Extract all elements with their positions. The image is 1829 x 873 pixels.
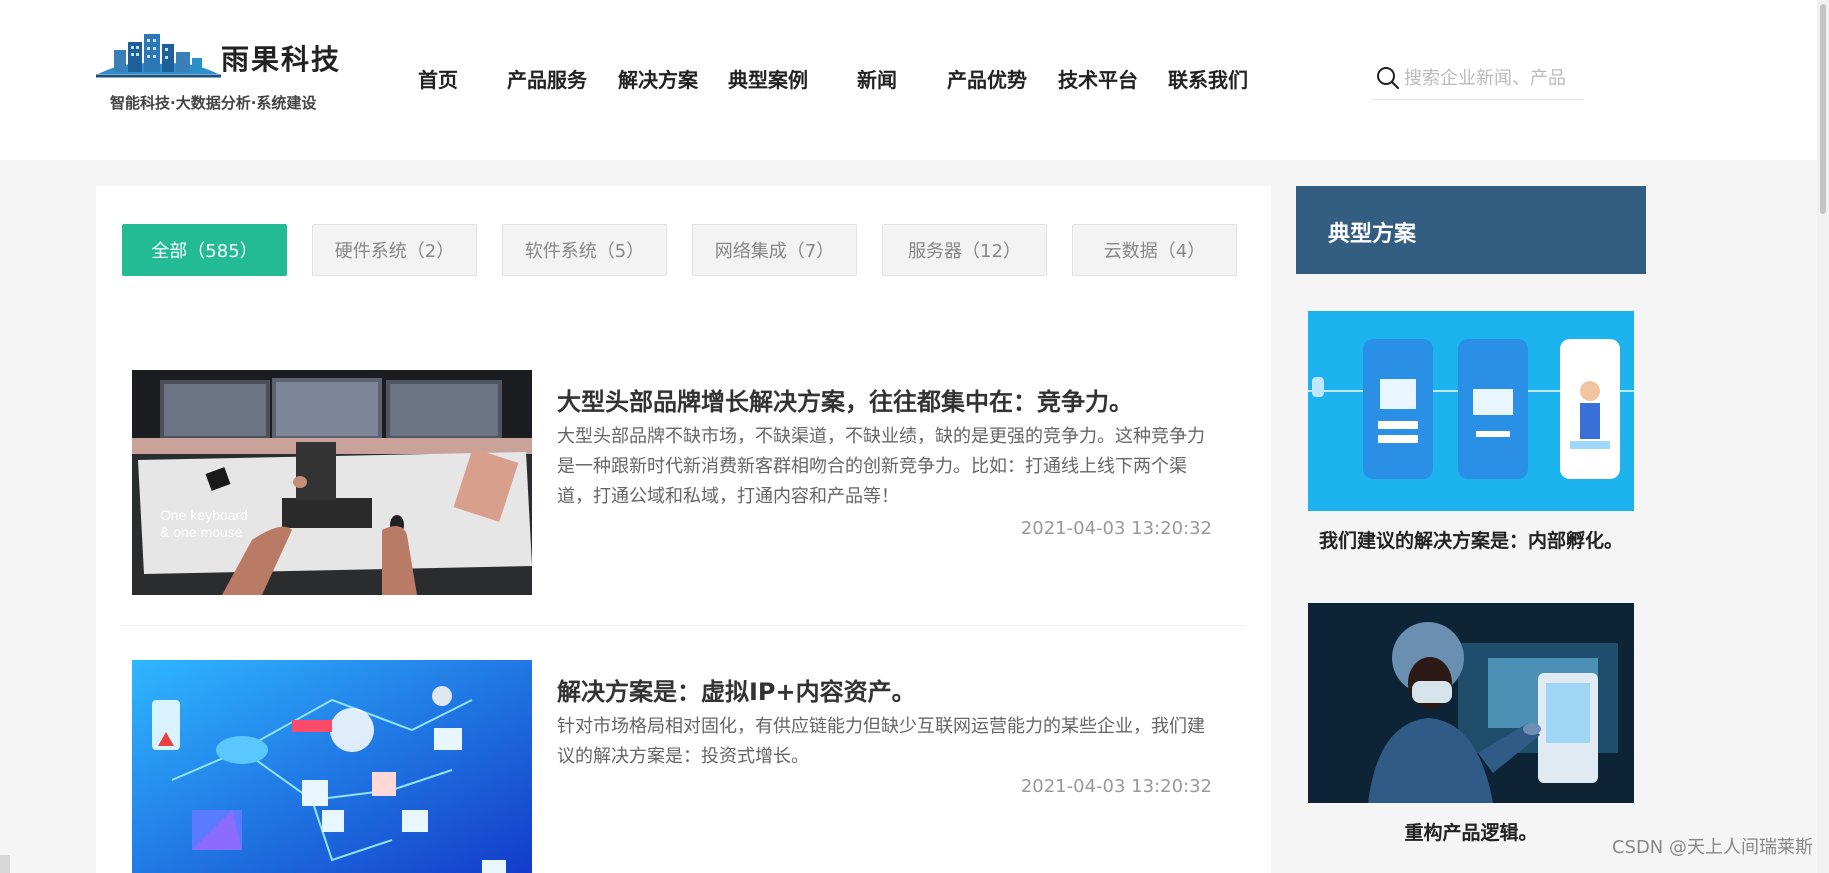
svg-text:& one mouse: & one mouse bbox=[160, 524, 243, 540]
nav-item-advantages[interactable]: 产品优势 bbox=[947, 64, 1027, 93]
nav-item-products[interactable]: 产品服务 bbox=[507, 64, 587, 93]
case-caption[interactable]: 我们建议的解决方案是：内部孵化。 bbox=[1296, 526, 1646, 553]
filter-server[interactable]: 服务器（12） bbox=[882, 224, 1047, 276]
case-thumbnail[interactable] bbox=[1308, 311, 1634, 511]
article-thumbnail[interactable]: One keyboard & one mouse bbox=[132, 370, 532, 595]
article-item[interactable]: One keyboard & one mouse 大型头部品牌增长解决方案，往往… bbox=[120, 370, 1248, 600]
sidebar-title: 典型方案 bbox=[1328, 222, 1417, 247]
article-date: 2021-04-03 13:20:32 bbox=[1020, 776, 1212, 797]
case-thumbnail[interactable] bbox=[1308, 603, 1634, 803]
article-thumbnail[interactable] bbox=[132, 660, 532, 873]
nav-item-contact[interactable]: 联系我们 bbox=[1168, 64, 1248, 93]
flow-illustration-image bbox=[1308, 311, 1634, 511]
article-title[interactable]: 解决方案是：虚拟IP+内容资产。 bbox=[557, 672, 916, 707]
nav-item-home[interactable]: 首页 bbox=[418, 64, 458, 93]
article-divider bbox=[120, 625, 1246, 626]
brand-name: 雨果科技 bbox=[221, 43, 342, 76]
filter-cloud[interactable]: 云数据（4） bbox=[1072, 224, 1237, 276]
scrollbar-thumb[interactable] bbox=[1820, 4, 1826, 214]
nav-item-cases[interactable]: 典型案例 bbox=[728, 64, 808, 93]
filter-network[interactable]: 网络集成（7） bbox=[692, 224, 857, 276]
site-header: 雨果科技 智能科技·大数据分析·系统建设 首页 产品服务 解决方案 典型案例 新… bbox=[0, 0, 1829, 160]
sidebar-header: 典型方案 bbox=[1296, 186, 1646, 274]
page-scrollbar[interactable] bbox=[1817, 0, 1829, 873]
search-box bbox=[1372, 62, 1584, 100]
nav-item-solutions[interactable]: 解决方案 bbox=[618, 64, 698, 93]
search-input[interactable] bbox=[1404, 64, 1580, 92]
site-logo[interactable]: 雨果科技 智能科技·大数据分析·系统建设 bbox=[96, 30, 356, 120]
article-item[interactable]: 解决方案是：虚拟IP+内容资产。 针对市场格局相对固化，有供应链能力但缺少互联网… bbox=[120, 660, 1248, 873]
brand-slogan: 智能科技·大数据分析·系统建设 bbox=[110, 94, 317, 112]
city-skyline-icon bbox=[96, 34, 221, 78]
article-date: 2021-04-03 13:20:32 bbox=[1020, 518, 1212, 539]
nav-item-platform[interactable]: 技术平台 bbox=[1058, 64, 1138, 93]
case-caption[interactable]: 重构产品逻辑。 bbox=[1296, 818, 1646, 845]
window-corner bbox=[0, 855, 10, 873]
search-icon[interactable] bbox=[1376, 66, 1400, 90]
article-list-panel: 全部（585） 硬件系统（2） 软件系统（5） 网络集成（7） 服务器（12） … bbox=[96, 186, 1271, 873]
network-diagram-image bbox=[132, 660, 532, 873]
office-desk-image: One keyboard & one mouse bbox=[132, 370, 532, 595]
article-title[interactable]: 大型头部品牌增长解决方案，往往都集中在：竞争力。 bbox=[557, 382, 1133, 417]
csdn-watermark: CSDN @天上人间瑞莱斯 bbox=[1611, 837, 1813, 858]
filter-all[interactable]: 全部（585） bbox=[122, 224, 287, 276]
filter-software[interactable]: 软件系统（5） bbox=[502, 224, 667, 276]
svg-text:One keyboard: One keyboard bbox=[160, 507, 248, 523]
nav-item-news[interactable]: 新闻 bbox=[857, 64, 897, 93]
filter-hardware[interactable]: 硬件系统（2） bbox=[312, 224, 477, 276]
doctor-monitor-image bbox=[1308, 603, 1634, 803]
article-description: 针对市场格局相对固化，有供应链能力但缺少互联网运营能力的某些企业，我们建议的解决… bbox=[557, 716, 1205, 767]
article-description: 大型头部品牌不缺市场，不缺渠道，不缺业绩，缺的是更强的竞争力。这种竞争力是一种跟… bbox=[557, 426, 1205, 507]
